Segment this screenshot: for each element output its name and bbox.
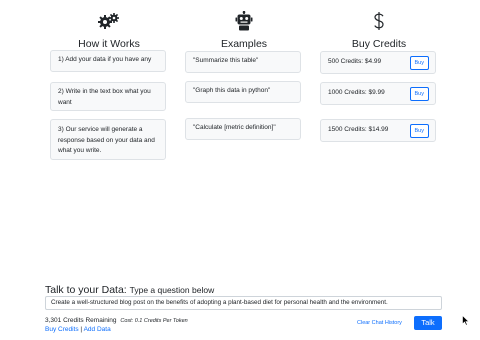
how-it-works-section: How it Works (50, 10, 168, 50)
credits-remaining: 3,301 Credits Remaining (45, 317, 117, 324)
credit-package-1000: 1000 Credits: $9.99 Buy (320, 82, 436, 105)
cost-note: Cost: 0.1 Credits Per Token (120, 318, 188, 324)
example-item-3: "Calculate [metric definition]" (185, 118, 301, 140)
how-it-works-step-1: 1) Add your data if you have any (50, 50, 166, 72)
credits-status: 3,301 Credits Remaining Cost: 0.1 Credit… (45, 317, 188, 324)
credit-package-500: 500 Credits: $4.99 Buy (320, 51, 436, 74)
examples-section: Examples (185, 10, 303, 50)
buy-1500-credits-button[interactable]: Buy (409, 123, 429, 138)
talk-heading-title: Talk to your Data: (45, 284, 127, 296)
credit-package-label: 1000 Credits: $9.99 (328, 89, 385, 97)
talk-button[interactable]: Talk (414, 316, 442, 330)
mouse-cursor-icon (462, 313, 470, 331)
buy-500-credits-button[interactable]: Buy (409, 55, 429, 70)
how-it-works-step-2: 2) Write in the text box what you want (50, 82, 166, 111)
buy-credits-title: Buy Credits (351, 38, 407, 50)
dollar-icon (320, 10, 438, 32)
example-item-2: "Graph this data in python" (185, 81, 301, 103)
buy-credits-section: Buy Credits (320, 10, 438, 50)
credit-package-1500: 1500 Credits: $14.99 Buy (320, 119, 436, 142)
how-it-works-step-3: 3) Our service will generate a response … (50, 119, 166, 160)
buy-credits-link[interactable]: Buy Credits (45, 326, 79, 333)
footer-links: Buy Credits | Add Data (45, 326, 111, 333)
gears-icon (50, 10, 168, 32)
how-it-works-title: How it Works (78, 38, 140, 50)
prompt-input[interactable]: Create a well-structured blog post on th… (45, 296, 442, 310)
credit-package-label: 1500 Credits: $14.99 (328, 126, 389, 134)
robot-icon (185, 10, 303, 32)
example-item-1: "Summarize this table" (185, 51, 301, 73)
talk-heading-subtitle: Type a question below (129, 285, 215, 295)
buy-1000-credits-button[interactable]: Buy (409, 86, 429, 101)
link-separator: | (80, 326, 83, 333)
talk-heading: Talk to your Data: Type a question below (45, 284, 214, 296)
credit-package-label: 500 Credits: $4.99 (328, 58, 382, 66)
clear-chat-history-link[interactable]: Clear Chat History (357, 320, 402, 326)
examples-title: Examples (220, 38, 268, 50)
add-data-link[interactable]: Add Data (84, 326, 111, 333)
